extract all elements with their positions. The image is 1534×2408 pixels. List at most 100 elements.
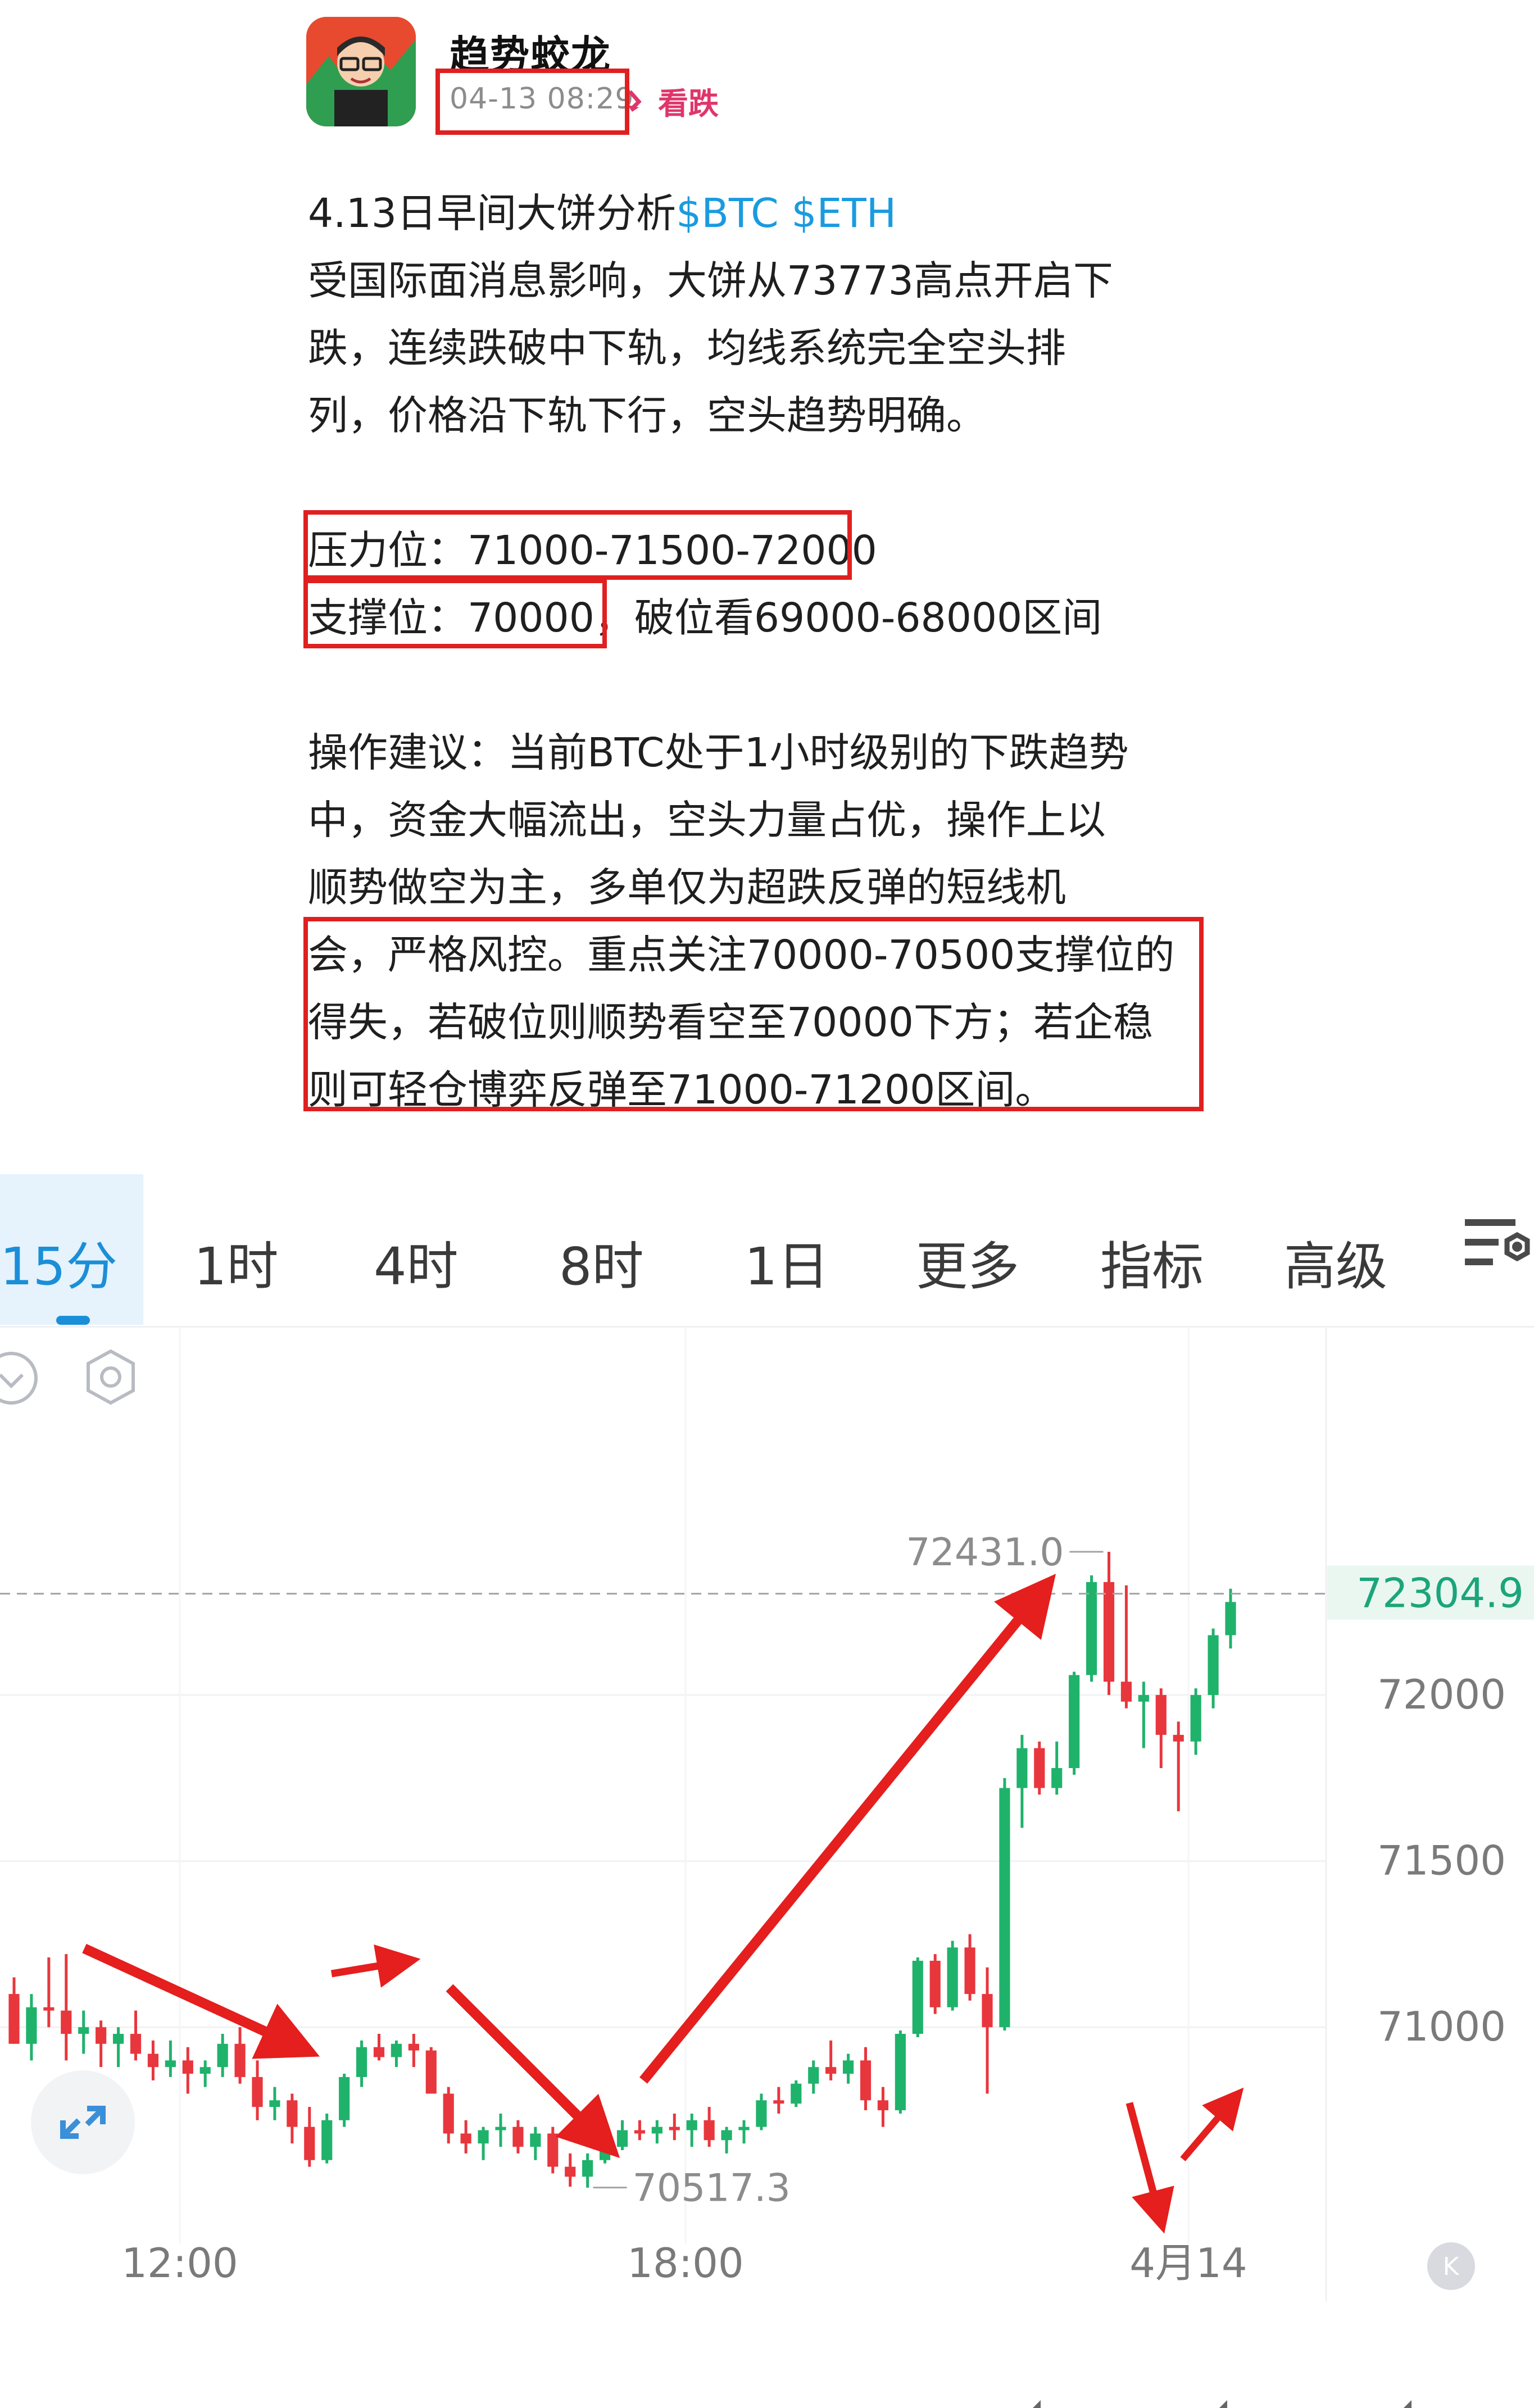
candle-body	[234, 2043, 246, 2077]
candle-body	[912, 1960, 923, 2034]
candle-body	[929, 1960, 941, 2007]
candle-body	[1034, 1748, 1045, 1788]
candle-body	[530, 2133, 541, 2147]
post-line	[308, 449, 1207, 517]
post-line-text: 中，资金大幅流出，空头力量占优，操作上以	[308, 797, 1106, 843]
candle-body	[1138, 1694, 1149, 1702]
annotation-arrow	[446, 1984, 620, 2159]
tab-8h[interactable]: 8时	[559, 1225, 644, 1300]
candle-body	[791, 2083, 802, 2104]
post-line-text: 4.13日早间大饼分析	[308, 190, 677, 237]
candle-body	[651, 2127, 662, 2134]
post-line: 中，资金大幅流出，空头力量占优，操作上以	[308, 787, 1207, 854]
tab-more[interactable]: 更多	[916, 1225, 1019, 1300]
candle-body	[877, 2100, 889, 2111]
candle-body	[304, 2127, 315, 2160]
candle-body	[495, 2127, 506, 2130]
support-highlight-box	[303, 579, 607, 648]
post-line	[308, 652, 1207, 719]
candle-body	[512, 2127, 524, 2147]
candle-body	[425, 2050, 437, 2094]
annotation-arrow	[82, 1943, 320, 2059]
candle-body	[547, 2133, 559, 2167]
chart-canvas[interactable]: 72000 71500 71000 12:00 18:00 4月14 72304.9 7243…	[0, 1328, 1534, 2301]
candle-body	[1208, 1635, 1219, 1695]
candle-body	[616, 2130, 628, 2147]
high-price-label: 72431.0	[906, 1530, 1064, 1575]
author-avatar[interactable]	[306, 17, 416, 126]
interval-tabs: 15分 1时 4时 8时 1日 更多 指标 高级	[0, 1174, 1534, 2408]
x-tick-label: 4月14	[1129, 2239, 1247, 2287]
trend-down-icon	[627, 86, 648, 121]
candle-body	[582, 2160, 593, 2177]
candle-body	[842, 2060, 854, 2074]
low-price-label: 70517.3	[633, 2166, 791, 2211]
candle-body	[199, 2067, 211, 2074]
candle-body	[721, 2130, 732, 2141]
candle-body	[339, 2077, 350, 2120]
k-logo-icon: K	[1427, 2242, 1475, 2290]
post-line-text: 操作建议：当前BTC处于1小时级别的下跌趋势	[308, 729, 1129, 776]
post-line: 顺势做空为主，多单仅为超跌反弹的短线机	[308, 854, 1207, 921]
x-tick-label: 18:00	[627, 2239, 744, 2287]
hexagon-settings-icon[interactable]	[80, 1344, 142, 1414]
advice-highlight-box	[303, 917, 1204, 1111]
candle-body	[182, 2060, 193, 2074]
stance-badge: 看跌	[627, 79, 719, 123]
candle-body	[895, 2034, 906, 2111]
tab-15min[interactable]: 15分	[0, 1225, 117, 1300]
post-card: 趋势蛟龙 04-13 08:29 看跌 4.13日早间大饼分析$BTC $ETH…	[0, 0, 1534, 1169]
candle-body	[8, 1994, 20, 2044]
y-tick-label: 72000	[1377, 1671, 1506, 1718]
candle-body	[1225, 1602, 1236, 1635]
tab-1d[interactable]: 1日	[745, 1225, 829, 1300]
candle-body	[1103, 1582, 1115, 1682]
indicators-caret-icon	[1219, 2400, 1227, 2408]
candle-body	[78, 2027, 89, 2034]
svg-text:K: K	[1443, 2252, 1460, 2281]
tab-advanced[interactable]: 高级	[1284, 1225, 1387, 1300]
ticker-tags-link[interactable]: $BTC $ETH	[676, 190, 896, 237]
current-price-label: 72304.9	[1356, 1570, 1524, 1617]
candle-body	[112, 2034, 124, 2044]
tab-1h[interactable]: 1时	[194, 1225, 279, 1300]
y-tick-label: 71500	[1377, 1837, 1506, 1884]
candle-body	[287, 2100, 298, 2127]
advanced-caret-icon	[1404, 2400, 1412, 2408]
chart-settings-icon[interactable]	[1464, 1214, 1534, 1283]
candle-body	[825, 2067, 837, 2074]
fullscreen-button[interactable]	[31, 2070, 135, 2174]
candle-body	[165, 2060, 176, 2068]
candle-body	[26, 2007, 37, 2044]
candle-body	[1120, 1682, 1132, 1702]
tab-4h[interactable]: 4时	[374, 1225, 459, 1300]
candle-body	[599, 2147, 611, 2160]
y-tick-label: 71000	[1377, 2003, 1506, 2050]
resistance-highlight-box	[303, 510, 852, 580]
candle-body	[478, 2130, 489, 2144]
candle-body	[1173, 1734, 1184, 1742]
x-tick-label: 12:00	[121, 2239, 238, 2287]
candle-body	[565, 2166, 576, 2177]
candlestick-chart[interactable]: 72000 71500 71000 12:00 18:00 4月14 72304.9 7243…	[0, 1328, 1534, 2301]
candle-body	[1086, 1582, 1097, 1675]
tab-indicators[interactable]: 指标	[1100, 1225, 1204, 1300]
candle-body	[773, 2100, 784, 2104]
post-line: 操作建议：当前BTC处于1小时级别的下跌趋势	[308, 719, 1207, 787]
candle-body	[130, 2034, 142, 2054]
candle-body	[373, 2047, 385, 2057]
candle-body	[964, 1947, 975, 1994]
candle-body	[269, 2100, 280, 2107]
annotation-arrow	[1180, 2087, 1244, 2161]
candle-body	[252, 2077, 263, 2107]
candle-body	[669, 2127, 680, 2130]
candle-body	[1069, 1675, 1080, 1768]
candle-body	[999, 1788, 1010, 2028]
candle-body	[217, 2043, 228, 2068]
candle-body	[1190, 1694, 1201, 1742]
candle-body	[704, 2120, 715, 2141]
candle-body	[1051, 1768, 1063, 1788]
candle-body	[738, 2127, 750, 2130]
collapse-toggle-icon[interactable]	[0, 1344, 45, 1412]
candle-body	[61, 2010, 72, 2034]
